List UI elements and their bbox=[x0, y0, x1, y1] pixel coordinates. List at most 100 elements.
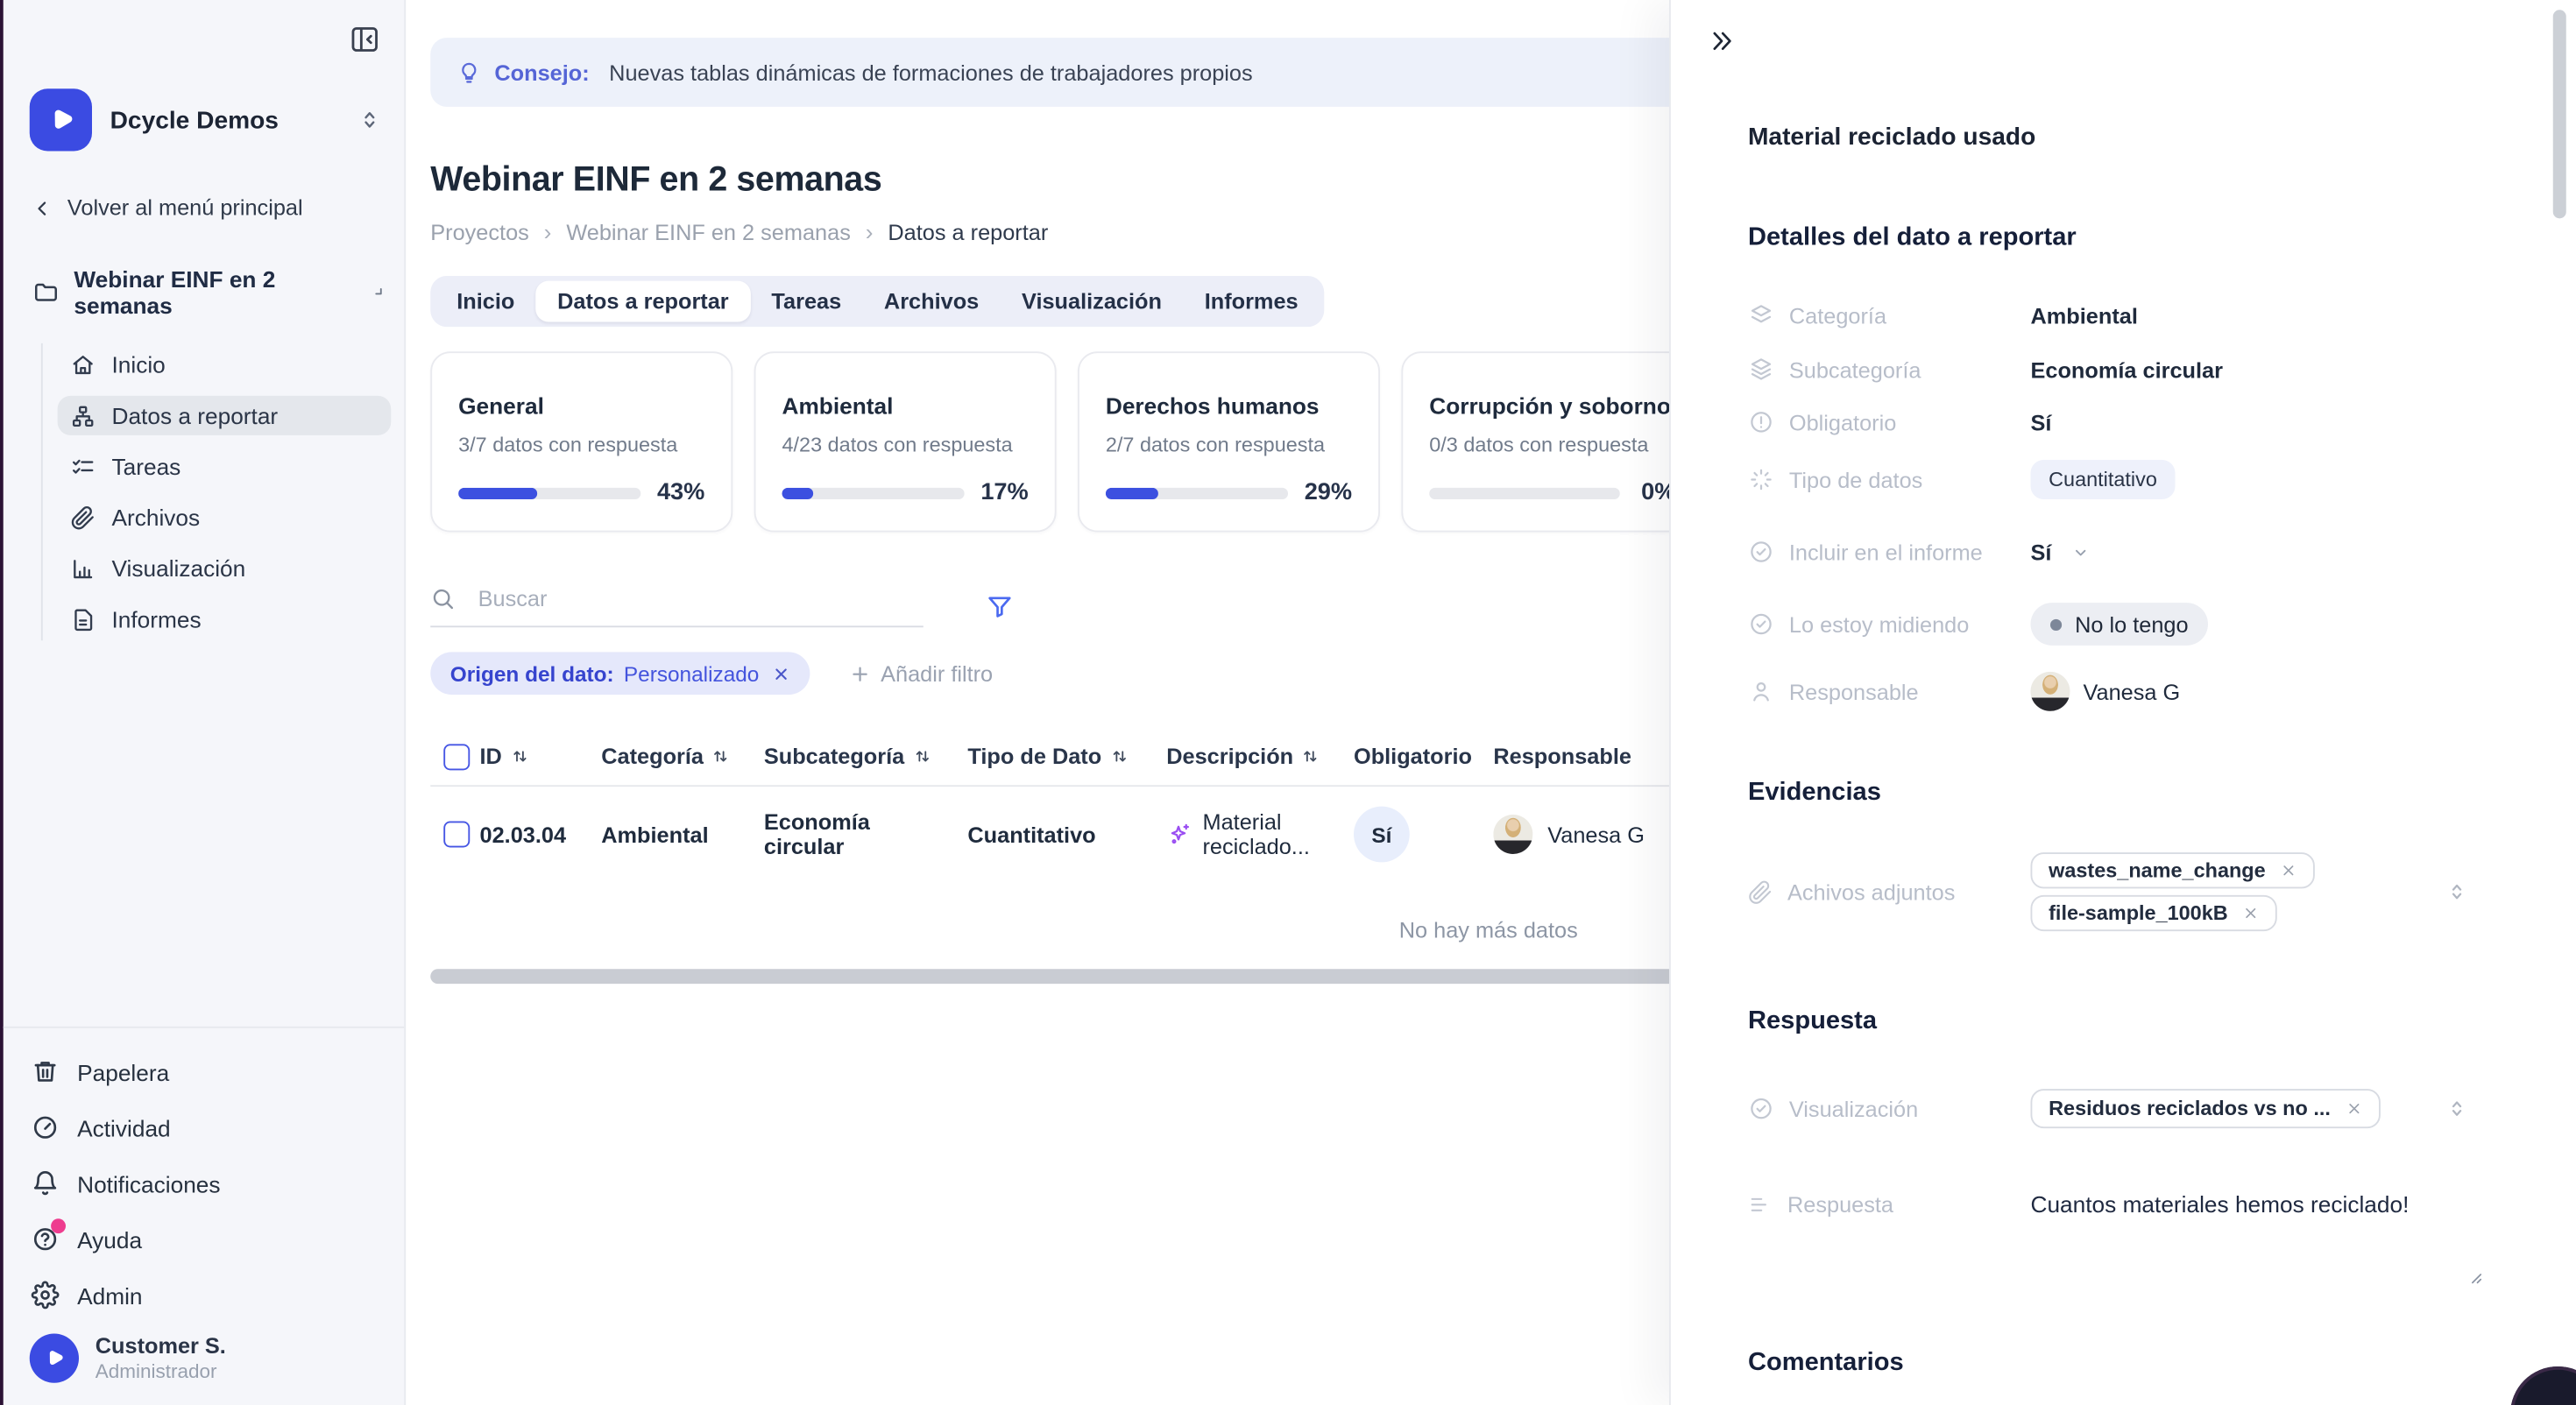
sort-icon[interactable] bbox=[1110, 747, 1129, 766]
chevron-down-icon bbox=[2071, 543, 2090, 561]
breadcrumb-item-current: Datos a reportar bbox=[888, 219, 1048, 244]
detail-row-obligatorio: Obligatorio Sí bbox=[1748, 402, 2576, 441]
tab-tareas[interactable]: Tareas bbox=[750, 281, 862, 322]
attachment-chip[interactable]: file-sample_100kB bbox=[2031, 895, 2277, 931]
obligatorio-badge: Sí bbox=[1354, 807, 1410, 863]
table-row[interactable]: 02.03.04 Ambiental Economía circular Cua… bbox=[430, 787, 1756, 882]
column-header-id[interactable]: ID bbox=[480, 744, 602, 768]
bell-icon bbox=[32, 1169, 60, 1197]
search-box[interactable] bbox=[430, 586, 924, 627]
trash-icon bbox=[32, 1058, 60, 1086]
card-title: Derechos humanos bbox=[1106, 392, 1352, 419]
sort-icon[interactable] bbox=[711, 747, 730, 766]
resize-grip-icon[interactable] bbox=[2465, 1267, 2485, 1287]
close-icon[interactable] bbox=[2243, 905, 2260, 921]
tab-inicio[interactable]: Inicio bbox=[435, 281, 536, 322]
sidebar-nav: Inicio Datos a reportar Tareas Archivos bbox=[4, 334, 405, 651]
project-caret-icon[interactable] bbox=[368, 280, 392, 304]
tab-informes[interactable]: Informes bbox=[1183, 281, 1320, 322]
respuesta-heading: Respuesta bbox=[1748, 1006, 2576, 1036]
back-label: Volver al menú principal bbox=[67, 195, 303, 220]
sidebar-item-admin[interactable]: Admin bbox=[32, 1274, 392, 1317]
breadcrumb-item[interactable]: Webinar EINF en 2 semanas bbox=[566, 219, 851, 244]
tab-visualizacion[interactable]: Visualización bbox=[1001, 281, 1184, 322]
close-icon[interactable] bbox=[772, 664, 790, 682]
close-icon[interactable] bbox=[2281, 862, 2297, 879]
user-menu[interactable]: Customer S. Administrador bbox=[4, 1333, 405, 1382]
search-input[interactable] bbox=[478, 586, 840, 611]
stats-card-derechos-humanos: Derechos humanos 2/7 datos con respuesta… bbox=[1078, 351, 1380, 532]
row-checkbox[interactable] bbox=[443, 822, 470, 848]
responsable-avatar bbox=[2031, 672, 2070, 711]
sidebar-item-label: Visualización bbox=[112, 555, 246, 582]
sidebar-item-label: Admin bbox=[77, 1281, 142, 1308]
progress-percent: 17% bbox=[980, 480, 1028, 506]
sidebar-item-inicio[interactable]: Inicio bbox=[58, 345, 392, 385]
attachments-select-stepper-icon[interactable] bbox=[2446, 881, 2467, 902]
column-header-categoria[interactable]: Categoría bbox=[601, 744, 764, 768]
respuesta-textarea[interactable]: Cuantos materiales hemos reciclado! bbox=[2031, 1190, 2410, 1217]
sidebar-spacer bbox=[4, 651, 405, 1026]
add-filter-label: Añadir filtro bbox=[881, 661, 993, 686]
user-role: Administrador bbox=[96, 1359, 226, 1382]
close-icon[interactable] bbox=[2346, 1100, 2362, 1117]
sidebar-item-datos-a-reportar[interactable]: Datos a reportar bbox=[58, 396, 392, 435]
stats-card-corrupcion: Corrupción y soborno 0/3 datos con respu… bbox=[1401, 351, 1703, 532]
sort-icon[interactable] bbox=[913, 747, 931, 766]
cell-id: 02.03.04 bbox=[480, 822, 602, 846]
responsable-value: Vanesa G bbox=[2031, 672, 2181, 711]
checklist-icon bbox=[71, 454, 96, 478]
chevron-up-down-icon bbox=[358, 109, 381, 131]
sort-icon[interactable] bbox=[510, 747, 528, 766]
sparkle-dots-icon bbox=[1748, 467, 1774, 493]
vertical-scrollbar[interactable] bbox=[2553, 10, 2566, 218]
column-header-descripcion[interactable]: Descripción bbox=[1166, 744, 1354, 768]
filter-chip-label: Origen del dato: bbox=[450, 661, 614, 686]
sidebar-item-label: Notificaciones bbox=[77, 1170, 220, 1197]
sidebar-item-visualizacion[interactable]: Visualización bbox=[58, 548, 392, 588]
filter-funnel-icon[interactable] bbox=[986, 593, 1014, 621]
banner-text: Nuevas tablas dinámicas de formaciones d… bbox=[609, 60, 1252, 84]
workspace-switcher[interactable]: Dcycle Demos bbox=[4, 88, 405, 151]
back-to-main-menu[interactable]: Volver al menú principal bbox=[4, 195, 405, 220]
panel-collapse-icon[interactable] bbox=[1709, 28, 1735, 54]
details-heading: Detalles del dato a reportar bbox=[1748, 223, 2576, 253]
workspace-name: Dcycle Demos bbox=[110, 106, 341, 134]
activity-gauge-icon bbox=[32, 1113, 60, 1141]
visualizacion-select-stepper-icon[interactable] bbox=[2446, 1098, 2467, 1119]
card-subtitle: 3/7 datos con respuesta bbox=[458, 434, 704, 456]
sidebar-item-archivos[interactable]: Archivos bbox=[58, 498, 392, 537]
tab-datos-a-reportar[interactable]: Datos a reportar bbox=[536, 281, 750, 322]
sort-icon[interactable] bbox=[1302, 747, 1320, 766]
breadcrumb-item[interactable]: Proyectos bbox=[430, 219, 529, 244]
sidebar-item-papelera[interactable]: Papelera bbox=[32, 1050, 392, 1093]
search-icon bbox=[430, 586, 455, 611]
sidebar-project[interactable]: Webinar EINF en 2 semanas bbox=[4, 266, 405, 319]
sidebar-item-informes[interactable]: Informes bbox=[58, 599, 392, 639]
tab-archivos[interactable]: Archivos bbox=[863, 281, 1001, 322]
user-avatar bbox=[30, 1333, 79, 1382]
add-filter-button[interactable]: Añadir filtro bbox=[849, 661, 993, 686]
detail-row-categoria: Categoría Ambiental bbox=[1748, 296, 2576, 335]
sidebar-item-label: Tareas bbox=[112, 454, 181, 480]
sidebar-item-notificaciones[interactable]: Notificaciones bbox=[32, 1162, 392, 1205]
progress-bar bbox=[458, 487, 640, 498]
detail-value: Sí bbox=[2031, 410, 2052, 434]
sidebar-collapse-icon[interactable] bbox=[349, 23, 382, 56]
sidebar-item-tareas[interactable]: Tareas bbox=[58, 447, 392, 486]
column-header-tipo-de-dato[interactable]: Tipo de Dato bbox=[967, 744, 1166, 768]
attachments-row: Achivos adjuntos wastes_name_change file… bbox=[1748, 852, 2576, 931]
measuring-status-chip[interactable]: No lo tengo bbox=[2031, 603, 2209, 646]
column-header-subcategoria[interactable]: Subcategoría bbox=[764, 744, 968, 768]
filter-chip-origen[interactable]: Origen del dato: Personalizado bbox=[430, 652, 810, 695]
select-all-checkbox[interactable] bbox=[443, 743, 470, 769]
sidebar-item-actividad[interactable]: Actividad bbox=[32, 1106, 392, 1149]
incluir-informe-dropdown[interactable]: Sí bbox=[2031, 540, 2090, 564]
card-subtitle: 0/3 datos con respuesta bbox=[1429, 434, 1675, 456]
visualizacion-chip[interactable]: Residuos reciclados vs no ... bbox=[2031, 1089, 2381, 1128]
sidebar-item-label: Ayuda bbox=[77, 1226, 142, 1253]
sidebar-item-ayuda[interactable]: Ayuda bbox=[32, 1218, 392, 1260]
text-lines-icon bbox=[1748, 1191, 1773, 1216]
column-header-obligatorio[interactable]: Obligatorio bbox=[1354, 744, 1493, 768]
attachment-chip[interactable]: wastes_name_change bbox=[2031, 852, 2315, 888]
